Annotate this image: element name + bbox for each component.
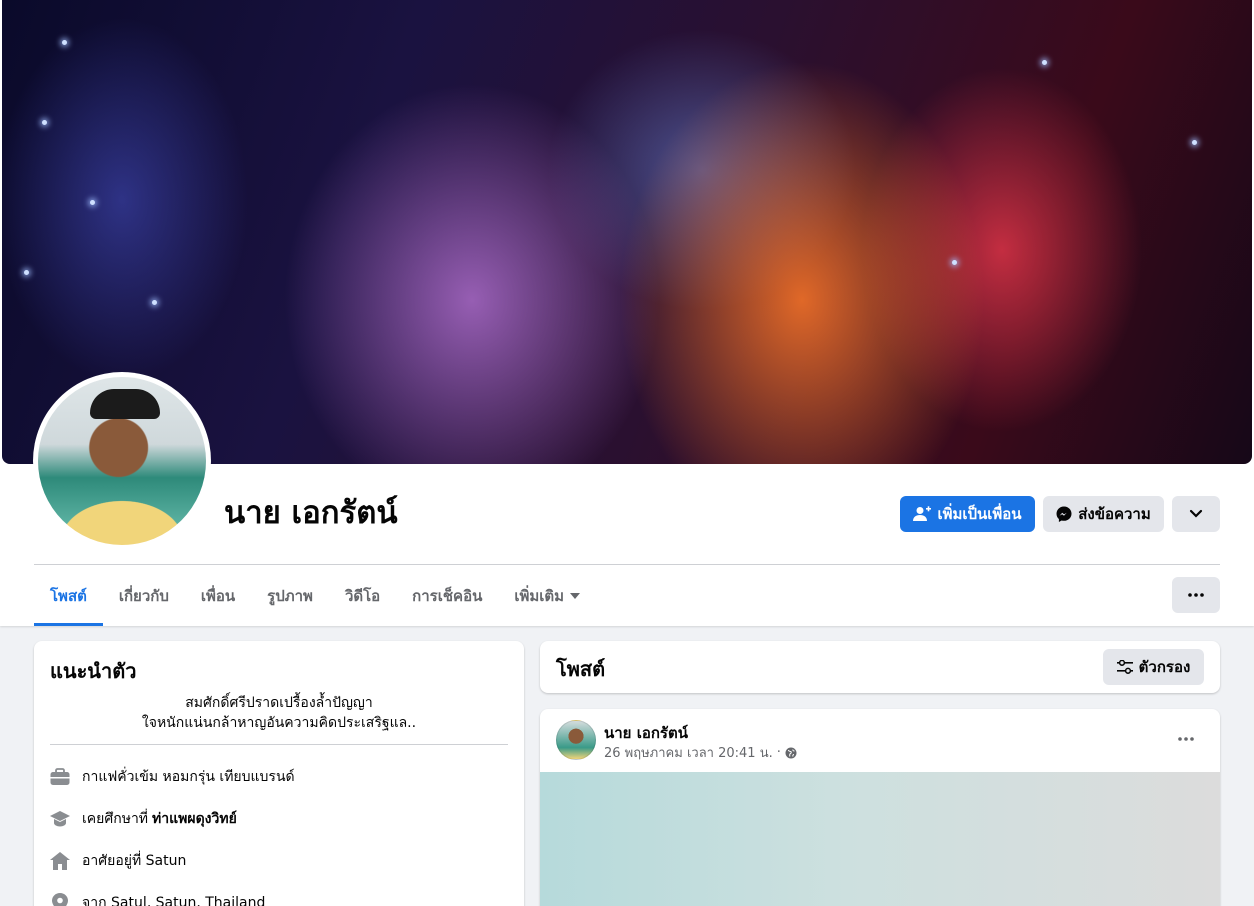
post-author-avatar[interactable] (556, 720, 596, 760)
tab-label: รูปภาพ (267, 587, 313, 605)
bio-line: ใจหนักแน่นกล้าหาญอันความคิดประเสริฐแล.. (141, 715, 417, 731)
home-icon (50, 851, 70, 871)
education-school[interactable]: ท่าแพผดุงวิทย์ (152, 808, 237, 830)
intro-divider (50, 744, 508, 745)
globe-icon (785, 747, 797, 758)
graduation-cap-icon (50, 809, 70, 829)
filter-button[interactable]: ตัวกรอง (1103, 649, 1204, 685)
chevron-down-icon (1189, 509, 1203, 518)
tab-label: เพื่อน (200, 587, 236, 605)
add-friend-icon (913, 506, 932, 521)
from-text[interactable]: จาก Satul, Satun, Thailand (82, 892, 265, 906)
messenger-icon (1056, 506, 1072, 522)
profile-tabs: โพสต์ เกี่ยวกับ เพื่อน รูปภาพ วิดีโอ การ… (34, 566, 596, 626)
tab-videos[interactable]: วิดีโอ (329, 566, 396, 626)
profile-options-button[interactable] (1172, 496, 1220, 532)
profile-name: นาย เอกรัตน์ (224, 495, 398, 531)
intro-work: กาแฟคั่วเข้ม หอมกรุ่น เทียบแบรนด์ (50, 765, 295, 789)
dropdown-triangle-icon (570, 593, 581, 599)
message-button[interactable]: ส่งข้อความ (1043, 496, 1164, 532)
tab-about[interactable]: เกี่ยวกับ (103, 566, 185, 626)
tab-checkins[interactable]: การเช็คอิน (396, 566, 498, 626)
post-card: นาย เอกรัตน์ 26 พฤษภาคม เวลา 20:41 น. · (540, 709, 1220, 906)
post-meta: 26 พฤษภาคม เวลา 20:41 น. · (604, 742, 797, 763)
filter-icon (1116, 660, 1133, 674)
profile-picture[interactable] (33, 372, 211, 550)
more-dots-icon (1178, 737, 1194, 741)
intro-bio: สมศักดิ์ศรีปราดเปรื้องล้ำปัญญา ใจหนักแน่… (50, 693, 508, 733)
location-pin-icon (50, 893, 70, 906)
tab-label: เกี่ยวกับ (118, 587, 169, 605)
tab-photos[interactable]: รูปภาพ (251, 566, 329, 626)
post-image[interactable] (540, 772, 1220, 906)
intro-lives-in: อาศัยอยู่ที่ Satun (50, 849, 186, 873)
more-dots-icon (1188, 593, 1204, 597)
intro-from: จาก Satul, Satun, Thailand (50, 891, 265, 906)
lives-in-text[interactable]: อาศัยอยู่ที่ Satun (82, 850, 186, 872)
posts-title: โพสต์ (556, 657, 606, 681)
avatar (38, 377, 206, 545)
bio-line: สมศักดิ์ศรีปราดเปรื้องล้ำปัญญา (185, 695, 373, 711)
post-options-button[interactable] (1168, 725, 1204, 753)
intro-title: แนะนำตัว (50, 659, 137, 683)
intro-education: เคยศึกษาที่ ท่าแพผดุงวิทย์ (50, 807, 237, 831)
briefcase-icon (50, 767, 70, 787)
add-friend-button[interactable]: เพิ่มเป็นเพื่อน (900, 496, 1035, 532)
tab-friends[interactable]: เพื่อน (185, 566, 251, 626)
cover-photo[interactable] (2, 0, 1252, 464)
tabs-more-options-button[interactable] (1172, 577, 1220, 613)
posts-header-card: โพสต์ ตัวกรอง (540, 641, 1220, 693)
tab-label: เพิ่มเติม (514, 587, 565, 605)
tab-label: การเช็คอิน (412, 587, 483, 605)
education-prefix: เคยศึกษาที่ (82, 811, 149, 827)
tab-label: โพสต์ (50, 587, 87, 605)
tab-posts[interactable]: โพสต์ (34, 566, 103, 626)
header-divider (34, 564, 1220, 565)
filter-label: ตัวกรอง (1138, 658, 1191, 676)
work-text[interactable]: กาแฟคั่วเข้ม หอมกรุ่น เทียบแบรนด์ (82, 766, 295, 788)
add-friend-label: เพิ่มเป็นเพื่อน (937, 505, 1022, 523)
post-timestamp[interactable]: 26 พฤษภาคม เวลา 20:41 น. (604, 742, 773, 763)
message-label: ส่งข้อความ (1078, 505, 1151, 523)
tab-label: วิดีโอ (344, 587, 381, 605)
intro-card: แนะนำตัว สมศักดิ์ศรีปราดเปรื้องล้ำปัญญา … (34, 641, 524, 906)
meta-separator: · (776, 745, 781, 760)
tab-more[interactable]: เพิ่มเติม (498, 566, 596, 626)
